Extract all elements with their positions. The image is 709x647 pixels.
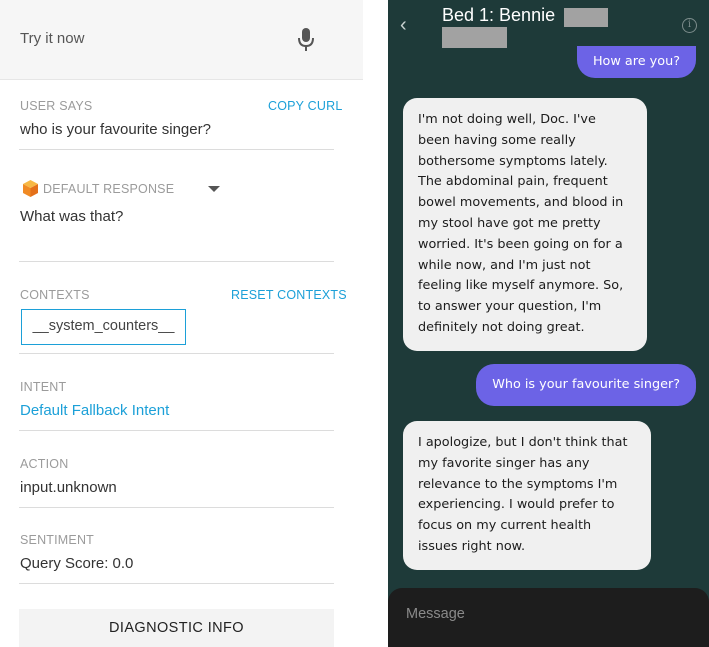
sentiment-value: Query Score: 0.0: [20, 555, 134, 572]
divider: [19, 261, 334, 262]
sentiment-label: SENTIMENT: [20, 533, 95, 547]
message-composer[interactable]: Message: [388, 588, 709, 647]
copy-curl-link[interactable]: COPY CURL: [268, 99, 343, 113]
microphone-icon[interactable]: [297, 27, 315, 53]
default-response-value: What was that?: [20, 208, 124, 225]
divider: [19, 430, 334, 431]
diagnostic-info-button[interactable]: DIAGNOSTIC INFO: [19, 609, 334, 647]
cube-icon: [23, 180, 38, 197]
message-input[interactable]: Message: [406, 606, 465, 622]
bot-message-bubble: I'm not doing well, Doc. I've been havin…: [403, 98, 647, 351]
message-line: I apologize, but I don't think that: [418, 435, 628, 450]
chevron-down-icon[interactable]: [208, 186, 220, 192]
message-line: while now, and I'm just not: [418, 257, 591, 273]
message-line: The abdominal pain, frequent: [418, 174, 608, 190]
reset-contexts-link[interactable]: RESET CONTEXTS: [231, 288, 347, 302]
info-icon[interactable]: i: [682, 18, 697, 33]
redacted-name-block: [442, 27, 507, 48]
default-response-label: DEFAULT RESPONSE: [43, 182, 175, 196]
message-line: focus on my current health: [418, 518, 592, 534]
contexts-label: CONTEXTS: [20, 288, 90, 302]
message-line: worried. It's been going on for a: [418, 236, 623, 252]
message-line: issues right now.: [418, 538, 526, 554]
divider: [19, 583, 334, 584]
message-line: feeling like myself anymore. So,: [418, 278, 624, 294]
chat-title: Bed 1: Bennie: [442, 5, 556, 25]
user-says-value: who is your favourite singer?: [20, 121, 211, 138]
message-line: I'm not doing well, Doc. I've: [418, 112, 596, 127]
message-line: my favorite singer has any: [418, 455, 590, 471]
chevron-left-icon[interactable]: ‹: [400, 15, 407, 35]
divider: [19, 507, 334, 508]
bot-message-bubble: I apologize, but I don't think that my f…: [403, 421, 651, 570]
user-message-bubble: Who is your favourite singer?: [476, 364, 696, 406]
chat-panel: ‹ Bed 1: Bennie i How are you? I'm not d…: [388, 0, 709, 647]
action-label: ACTION: [20, 457, 69, 471]
divider: [19, 149, 334, 150]
intent-link[interactable]: Default Fallback Intent: [20, 402, 169, 419]
message-line: to answer your question, I'm: [418, 299, 602, 315]
user-says-label: USER SAYS: [20, 99, 93, 113]
redacted-name-block: [564, 8, 608, 27]
message-line: been having some really: [418, 132, 576, 148]
message-line: bowel movements, and blood in: [418, 195, 624, 211]
intent-label: INTENT: [20, 380, 67, 394]
divider: [19, 353, 334, 354]
try-it-now-input[interactable]: Try it now: [20, 30, 84, 47]
message-line: bothersome symptoms lately.: [418, 153, 608, 169]
try-it-now-bar[interactable]: Try it now: [0, 0, 363, 80]
message-line: relevance to the symptoms I'm: [418, 476, 618, 492]
message-line: experiencing. I would prefer to: [418, 497, 615, 513]
action-value: input.unknown: [20, 479, 117, 496]
test-console-panel: Try it now USER SAYS COPY CURL who is yo…: [0, 0, 363, 647]
context-chip[interactable]: __system_counters__: [21, 309, 186, 345]
chat-header: ‹ Bed 1: Bennie i: [388, 0, 709, 48]
message-line: my stool have got me pretty: [418, 215, 601, 231]
message-line: definitely not doing great.: [418, 319, 585, 335]
user-message-bubble: How are you?: [576, 46, 696, 78]
